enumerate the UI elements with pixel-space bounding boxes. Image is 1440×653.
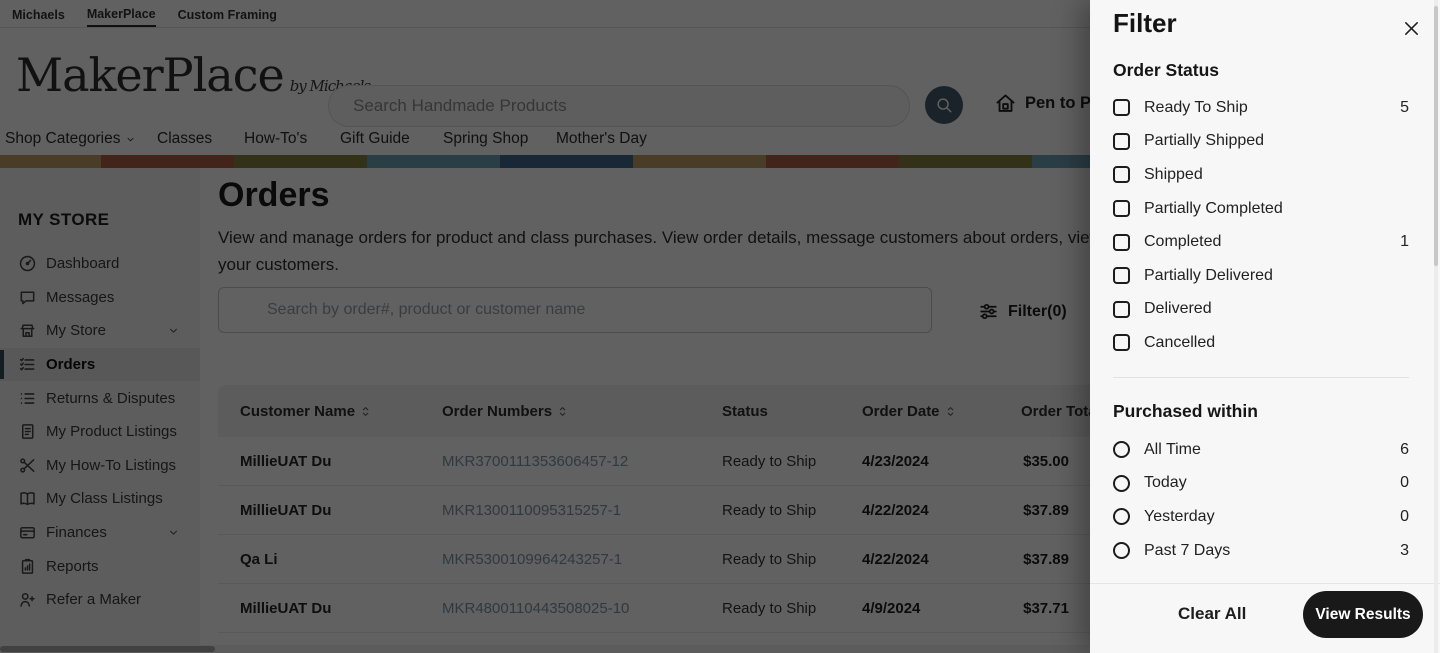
filter-option-label: Partially Completed — [1144, 199, 1283, 217]
filter-option-count: 6 — [1400, 440, 1409, 458]
checkbox[interactable] — [1113, 233, 1130, 251]
filter-option-count: 5 — [1400, 98, 1409, 116]
filter-option-delivered[interactable]: Delivered — [1113, 293, 1409, 327]
filter-option-label: Past 7 Days — [1144, 541, 1231, 559]
order-status-options: Ready To Ship 5 Partially Shipped Shipped Pa… — [1113, 91, 1409, 360]
filter-option-shipped[interactable]: Shipped — [1113, 158, 1409, 192]
filter-option-label: Cancelled — [1144, 333, 1216, 351]
filter-divider — [1113, 377, 1409, 378]
checkbox[interactable] — [1113, 200, 1130, 218]
checkbox[interactable] — [1113, 300, 1130, 318]
checkbox[interactable] — [1113, 166, 1130, 184]
filter-option-count: 0 — [1400, 474, 1409, 492]
radio-button[interactable] — [1113, 508, 1130, 526]
radio-button[interactable] — [1113, 542, 1130, 560]
checkbox[interactable] — [1113, 334, 1130, 352]
filter-option-label: Delivered — [1144, 300, 1212, 318]
filter-option-label: Partially Shipped — [1144, 132, 1265, 150]
filter-option-past-7-days[interactable]: Past 7 Days 3 — [1113, 534, 1409, 568]
filter-option-count: 1 — [1400, 233, 1409, 251]
filter-option-label: All Time — [1144, 440, 1201, 458]
view-results-button[interactable]: View Results — [1303, 591, 1423, 638]
purchased-within-heading: Purchased within — [1113, 401, 1258, 421]
filter-option-yesterday[interactable]: Yesterday 0 — [1113, 500, 1409, 534]
checkbox[interactable] — [1113, 267, 1130, 285]
checkbox[interactable] — [1113, 132, 1130, 150]
filter-option-cancelled[interactable]: Cancelled — [1113, 326, 1409, 360]
radio-button[interactable] — [1113, 474, 1130, 492]
filter-option-label: Partially Delivered — [1144, 266, 1273, 284]
radio-button[interactable] — [1113, 441, 1130, 459]
clear-all-button[interactable]: Clear All — [1178, 604, 1246, 624]
purchased-within-options: All Time 6 Today 0 Yesterday 0 Past 7 Days 3 — [1113, 433, 1409, 567]
order-status-heading: Order Status — [1113, 60, 1219, 80]
filter-option-label: Ready To Ship — [1144, 98, 1248, 116]
drawer-scrollbar[interactable] — [1434, 0, 1438, 653]
filter-option-partially-delivered[interactable]: Partially Delivered — [1113, 259, 1409, 293]
checkbox[interactable] — [1113, 99, 1130, 117]
filter-option-label: Shipped — [1144, 165, 1203, 183]
filter-option-today[interactable]: Today 0 — [1113, 467, 1409, 501]
filter-option-label: Completed — [1144, 233, 1222, 251]
filter-option-completed[interactable]: Completed 1 — [1113, 225, 1409, 259]
filter-option-ready-to-ship[interactable]: Ready To Ship 5 — [1113, 91, 1409, 125]
filter-option-count: 0 — [1400, 507, 1409, 525]
filter-option-label: Yesterday — [1144, 507, 1215, 525]
drawer-scrollbar-thumb[interactable] — [1434, 6, 1438, 266]
filter-drawer-title: Filter — [1113, 8, 1177, 38]
filter-option-partially-shipped[interactable]: Partially Shipped — [1113, 125, 1409, 159]
filter-option-all-time[interactable]: All Time 6 — [1113, 433, 1409, 467]
close-icon[interactable] — [1397, 14, 1425, 42]
filter-option-partially-completed[interactable]: Partially Completed — [1113, 192, 1409, 226]
filter-drawer: Filter Order Status Ready To Ship 5 Partia… — [1090, 0, 1440, 653]
filter-option-label: Today — [1144, 474, 1187, 492]
filter-drawer-footer: Clear All View Results — [1090, 583, 1440, 653]
filter-option-count: 3 — [1400, 541, 1409, 559]
makerplace-orders-page: MichaelsMakerPlaceCustom Framing MakerPl… — [0, 0, 1440, 653]
